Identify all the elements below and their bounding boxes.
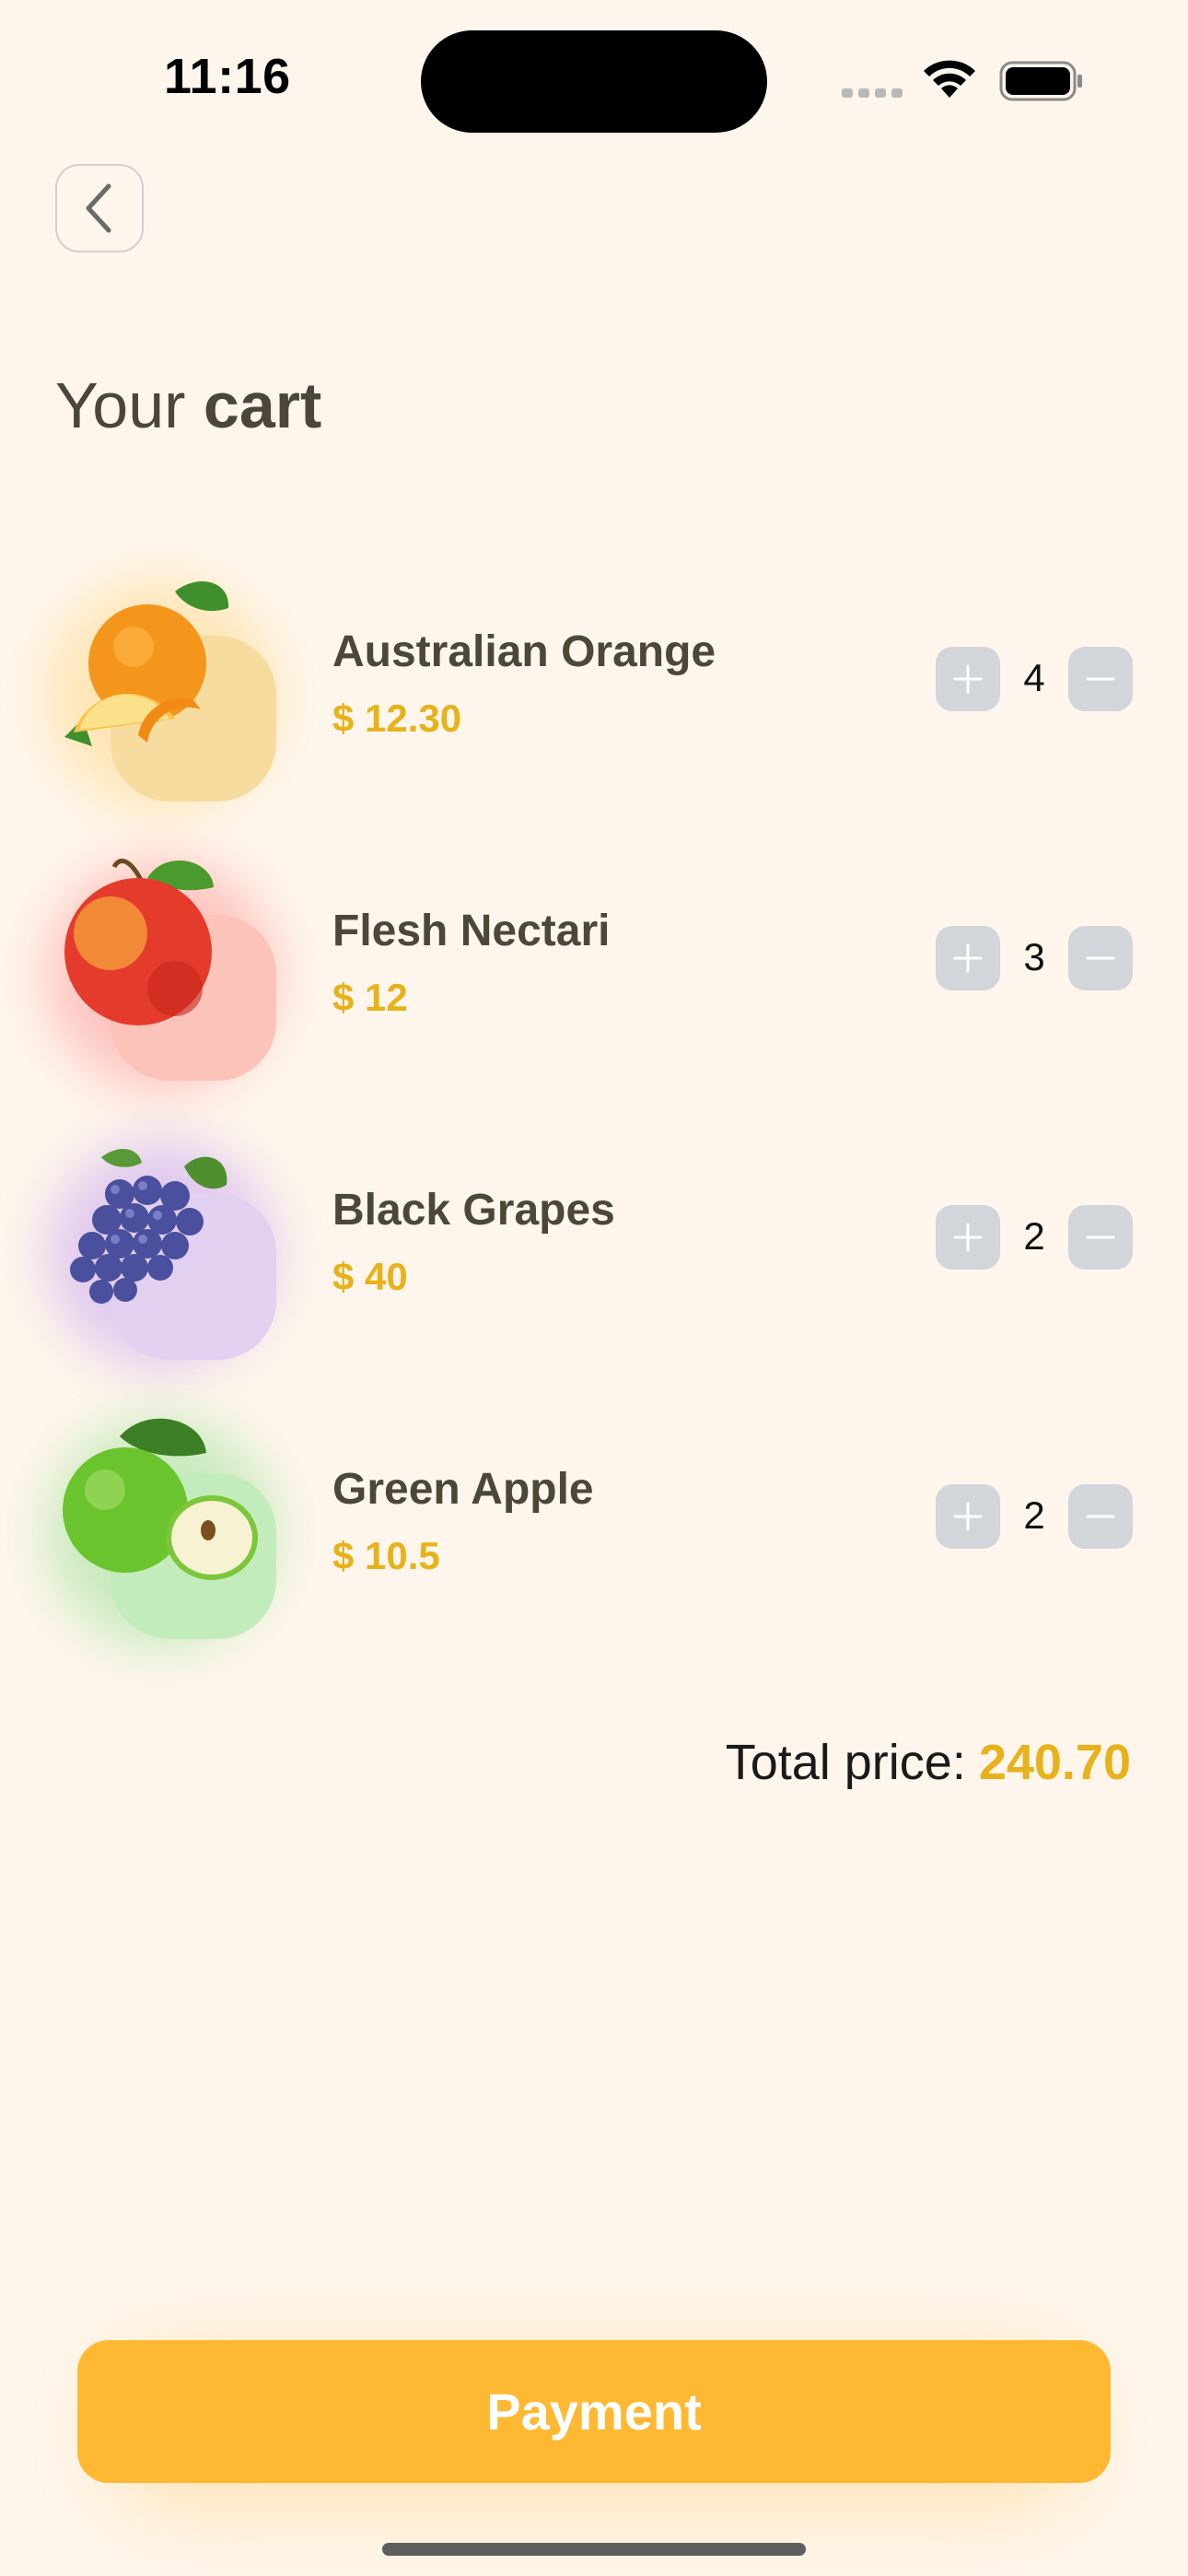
decrease-quantity-button[interactable]	[1068, 647, 1133, 711]
increase-quantity-button[interactable]	[936, 647, 1000, 711]
product-thumbnail[interactable]	[46, 1130, 285, 1369]
wifi-icon	[924, 60, 975, 98]
battery-icon	[999, 61, 1082, 101]
increase-quantity-button[interactable]	[936, 1484, 1000, 1549]
total-price-label: Total price:	[725, 1735, 966, 1790]
product-price: $ 12.30	[332, 697, 462, 740]
plus-icon	[953, 1502, 983, 1531]
dynamic-island	[421, 30, 767, 133]
product-name: Black Grapes	[332, 1186, 615, 1235]
cart-item: Black Grapes $ 40 2	[0, 1130, 1188, 1388]
cart-item: Flesh Nectari $ 12 3	[0, 850, 1188, 1108]
quantity-value: 3	[1023, 935, 1045, 978]
cart-item: Australian Orange $ 12.30 4	[0, 571, 1188, 829]
quantity-value: 2	[1023, 1493, 1045, 1537]
cart-screen: 11:16 Your cart Australian Orange $ 12.3…	[0, 0, 1188, 2576]
page-title-regular: Your	[55, 369, 186, 441]
decrease-quantity-button[interactable]	[1068, 1484, 1133, 1549]
orange-icon	[64, 580, 229, 746]
product-price: $ 12	[332, 976, 408, 1019]
product-thumbnail[interactable]	[46, 1409, 285, 1648]
product-price: $ 40	[332, 1255, 408, 1298]
cart-item: Green Apple $ 10.5 2	[0, 1409, 1188, 1667]
nectarine-icon	[64, 858, 214, 1025]
increase-quantity-button[interactable]	[936, 926, 1000, 990]
page-title: Your cart	[55, 369, 321, 442]
payment-button[interactable]: Payment	[77, 2340, 1111, 2483]
plus-icon	[953, 664, 983, 694]
minus-icon	[1086, 1515, 1115, 1518]
total-price-amount: 240.70	[978, 1735, 1131, 1790]
product-name: Flesh Nectari	[332, 907, 611, 955]
minus-icon	[1086, 1235, 1115, 1239]
decrease-quantity-button[interactable]	[1068, 926, 1133, 990]
chevron-left-icon	[86, 183, 111, 233]
page-title-bold: cart	[203, 369, 322, 441]
product-name: Australian Orange	[332, 627, 716, 676]
apple-icon	[63, 1418, 258, 1580]
quantity-value: 4	[1023, 656, 1045, 699]
product-thumbnail[interactable]	[46, 571, 285, 811]
plus-icon	[953, 1223, 983, 1252]
product-name: Green Apple	[332, 1465, 594, 1514]
increase-quantity-button[interactable]	[936, 1205, 1000, 1270]
home-indicator	[382, 2543, 806, 2556]
grapes-icon	[70, 1149, 227, 1304]
quantity-value: 2	[1023, 1214, 1045, 1258]
minus-icon	[1086, 956, 1115, 960]
product-thumbnail[interactable]	[46, 850, 285, 1090]
decrease-quantity-button[interactable]	[1068, 1205, 1133, 1270]
product-price: $ 10.5	[332, 1534, 440, 1577]
minus-icon	[1086, 677, 1115, 681]
status-time: 11:16	[164, 49, 291, 104]
plus-icon	[953, 943, 983, 973]
cellular-signal-icon	[842, 86, 908, 102]
total-price: Total price: 240.70	[726, 1734, 1131, 1791]
back-button[interactable]	[55, 164, 144, 252]
